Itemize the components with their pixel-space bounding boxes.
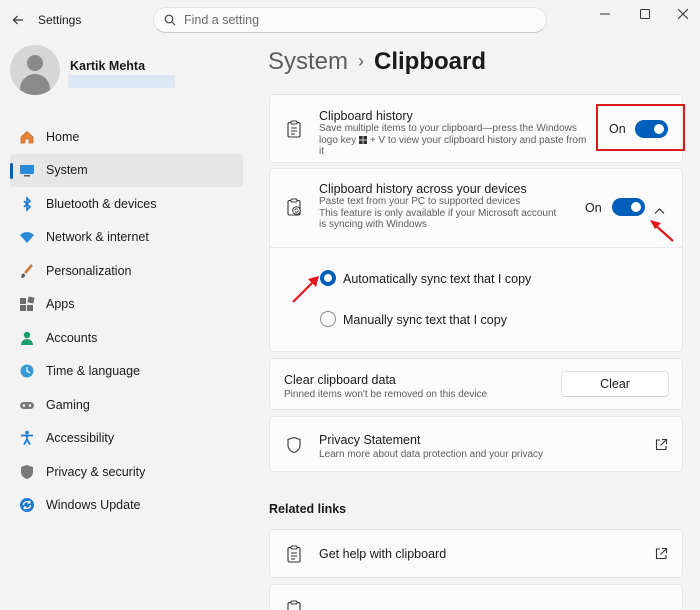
manual-sync-label[interactable]: Manually sync text that I copy xyxy=(343,313,507,327)
sidebar-item-time-language[interactable]: Time & language xyxy=(10,355,243,389)
breadcrumb-separator: › xyxy=(358,51,365,71)
sidebar-item-label: Accounts xyxy=(46,330,98,345)
sidebar-item-label: Network & internet xyxy=(46,230,149,245)
sidebar-item-network[interactable]: Network & internet xyxy=(10,221,243,255)
sidebar-item-label: System xyxy=(46,163,88,178)
external-link-icon xyxy=(655,438,668,451)
shield-icon xyxy=(18,463,36,481)
divider xyxy=(270,247,682,248)
page-title: Clipboard xyxy=(374,48,487,75)
sidebar-item-system[interactable]: System xyxy=(10,153,243,187)
help-clipboard-link[interactable]: Get help with clipboard xyxy=(269,529,683,578)
annotation-arrow xyxy=(650,220,674,242)
clipboard-history-description: Save multiple items to your clipboard—pr… xyxy=(319,123,587,157)
sidebar-item-label: Home xyxy=(46,129,80,144)
sidebar-item-accounts[interactable]: Accounts xyxy=(10,321,243,355)
clipboard-sync-description: Paste text from your PC to supported dev… xyxy=(319,196,557,230)
clipboard-sync-toggle[interactable] xyxy=(612,198,645,216)
close-button[interactable] xyxy=(671,4,695,24)
back-arrow-icon xyxy=(12,15,23,25)
clear-button[interactable]: Clear xyxy=(561,371,669,397)
sidebar-item-label: Bluetooth & devices xyxy=(46,196,157,211)
privacy-statement-card[interactable]: Privacy Statement Learn more about data … xyxy=(269,416,683,472)
back-button[interactable] xyxy=(8,10,28,30)
clear-clipboard-description: Pinned items won't be removed on this de… xyxy=(284,389,488,400)
manual-sync-radio[interactable] xyxy=(320,311,336,327)
apps-icon xyxy=(18,295,36,313)
profile-name: Kartik Mehta xyxy=(70,59,146,73)
maximize-button[interactable] xyxy=(633,4,657,24)
help-clipboard-label: Get help with clipboard xyxy=(319,547,447,561)
privacy-statement-description: Learn more about data protection and you… xyxy=(319,449,544,460)
clipboard-history-title: Clipboard history xyxy=(319,109,413,123)
sidebar-item-label: Gaming xyxy=(46,397,90,412)
clipboard-help-icon xyxy=(284,544,304,564)
sidebar-item-bluetooth[interactable]: Bluetooth & devices xyxy=(10,187,243,221)
sidebar-item-windows-update[interactable]: Windows Update xyxy=(10,489,243,523)
search-icon xyxy=(164,14,176,26)
sidebar-item-label: Time & language xyxy=(46,364,141,379)
system-icon xyxy=(18,161,36,179)
minimize-button[interactable] xyxy=(593,4,617,24)
external-link-icon xyxy=(655,547,668,560)
related-links-heading: Related links xyxy=(269,502,347,516)
clipboard-sync-icon xyxy=(284,197,304,217)
clipboard-sync-title: Clipboard history across your devices xyxy=(319,182,527,196)
bluetooth-icon xyxy=(18,195,36,213)
sidebar-item-label: Personalization xyxy=(46,263,132,278)
annotation-arrow xyxy=(292,276,319,303)
maximize-icon xyxy=(640,9,650,19)
profile-email-redacted xyxy=(68,75,175,88)
privacy-shield-icon xyxy=(284,435,304,455)
annotation-highlight-box xyxy=(596,104,685,151)
update-icon xyxy=(18,496,36,514)
app-title: Settings xyxy=(38,13,82,27)
auto-sync-radio[interactable] xyxy=(320,270,336,286)
sidebar-item-label: Windows Update xyxy=(46,498,141,513)
home-icon xyxy=(18,128,36,146)
clipboard-icon xyxy=(284,119,304,139)
windows-logo-icon xyxy=(359,135,368,144)
sidebar-item-privacy[interactable]: Privacy & security xyxy=(10,455,243,489)
related-link-card-partial[interactable] xyxy=(269,584,683,610)
privacy-statement-title: Privacy Statement xyxy=(319,433,421,447)
wifi-icon xyxy=(18,228,36,246)
auto-sync-label[interactable]: Automatically sync text that I copy xyxy=(343,272,531,286)
search-input[interactable] xyxy=(184,13,524,27)
sidebar-item-label: Apps xyxy=(46,297,75,312)
sidebar-nav: Home System Bluetooth & devices Network … xyxy=(10,120,243,522)
accounts-icon xyxy=(18,329,36,347)
globe-icon xyxy=(18,362,36,380)
sidebar-item-label: Privacy & security xyxy=(46,464,146,479)
clear-clipboard-title: Clear clipboard data xyxy=(284,373,396,387)
sidebar-item-home[interactable]: Home xyxy=(10,120,243,154)
sidebar-item-personalization[interactable]: Personalization xyxy=(10,254,243,288)
sidebar-item-accessibility[interactable]: Accessibility xyxy=(10,422,243,456)
sidebar-item-apps[interactable]: Apps xyxy=(10,288,243,322)
sidebar-item-gaming[interactable]: Gaming xyxy=(10,388,243,422)
avatar xyxy=(10,45,60,95)
accessibility-icon xyxy=(18,429,36,447)
breadcrumb: System › Clipboard xyxy=(268,48,486,76)
clipboard-icon xyxy=(284,599,304,610)
sidebar-item-label: Accessibility xyxy=(46,431,115,446)
chevron-up-icon xyxy=(654,208,665,214)
title-bar: Settings xyxy=(0,0,700,40)
brush-icon xyxy=(18,262,36,280)
clear-clipboard-card: Clear clipboard data Pinned items won't … xyxy=(269,358,683,410)
search-box[interactable] xyxy=(153,7,547,33)
clipboard-sync-card: Clipboard history across your devices Pa… xyxy=(269,168,683,352)
clipboard-sync-state: On xyxy=(585,201,602,215)
gamepad-icon xyxy=(18,396,36,414)
minimize-icon xyxy=(600,13,610,15)
breadcrumb-parent[interactable]: System xyxy=(268,48,348,75)
close-icon xyxy=(678,9,688,19)
